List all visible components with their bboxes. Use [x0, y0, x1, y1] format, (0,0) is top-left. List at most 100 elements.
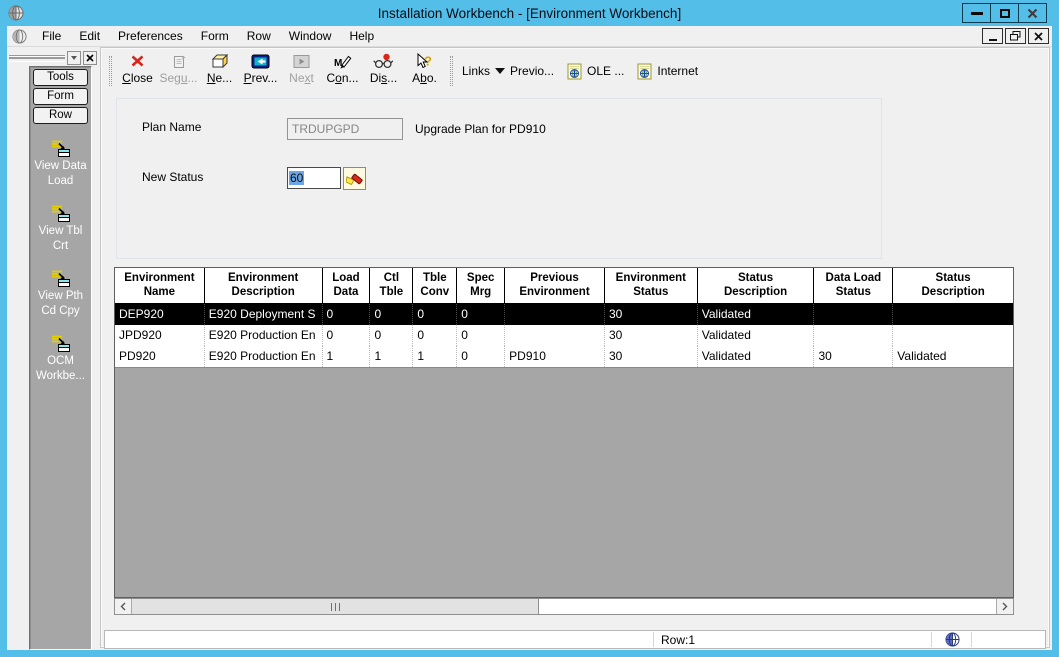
card-file-icon	[210, 52, 229, 70]
toolbar-con-button[interactable]: M Con...	[322, 52, 363, 90]
col-header: CtlTble	[370, 268, 413, 303]
links-toolbar-group: Links Previo... OLE ... Internet	[462, 63, 698, 80]
plan-description: Upgrade Plan for PD910	[415, 122, 546, 136]
ole-doc-globe-icon	[567, 63, 582, 80]
status-divider	[653, 632, 654, 647]
eyeglasses-icon	[373, 52, 394, 70]
menu-window[interactable]: Window	[280, 26, 341, 46]
close-window-button[interactable]	[1018, 3, 1047, 23]
col-header: LoadData	[323, 268, 371, 303]
mdi-restore-button[interactable]	[1005, 28, 1026, 44]
internet-doc-globe-icon	[637, 63, 652, 80]
horizontal-scrollbar[interactable]	[114, 598, 1014, 615]
title-bar: Installation Workbench - [Environment Wo…	[0, 0, 1059, 26]
close-icon	[1027, 8, 1038, 19]
environments-grid: EnvironmentName EnvironmentDescription L…	[114, 267, 1014, 598]
scroll-left-button[interactable]	[115, 599, 132, 614]
menu-row[interactable]: Row	[238, 26, 280, 46]
menu-edit[interactable]: Edit	[70, 26, 109, 46]
ole-link[interactable]: OLE ...	[587, 64, 624, 78]
close-icon	[86, 54, 94, 62]
menu-form[interactable]: Form	[192, 26, 238, 46]
report-view-icon	[30, 269, 91, 288]
toolbar-next-button: Next	[281, 52, 322, 90]
menu-preferences[interactable]: Preferences	[109, 26, 192, 46]
sidebar-item-ocm-workbench[interactable]: OCM Workbe...	[30, 334, 91, 384]
internet-link[interactable]: Internet	[657, 64, 698, 78]
menu-bar: File Edit Preferences Form Row Window He…	[7, 26, 1052, 47]
plan-name-field	[287, 118, 403, 140]
table-row[interactable]: DEP920 E920 Deployment S 0 0 0 0 30 Vali…	[115, 304, 1013, 325]
table-row[interactable]: JPD920 E920 Production En 0 0 0 0 30 Val…	[115, 325, 1013, 346]
menu-help[interactable]: Help	[340, 26, 383, 46]
fastpath-dropdown-button[interactable]	[67, 51, 81, 65]
col-header: Data LoadStatus	[814, 268, 893, 303]
pen-m-icon: M	[333, 52, 352, 70]
menu-file[interactable]: File	[33, 26, 70, 46]
help-cursor-icon: ?	[415, 52, 434, 70]
toolbar-sequence-button: Segu...	[158, 52, 199, 90]
app-window: Installation Workbench - [Environment Wo…	[0, 0, 1059, 657]
maximize-icon	[1000, 9, 1010, 18]
window-title: Installation Workbench - [Environment Wo…	[0, 6, 1059, 21]
chevron-right-icon	[1002, 602, 1008, 611]
toolbar-grip	[109, 56, 112, 86]
col-header: SpecMrg	[457, 268, 505, 303]
toolbar-ne-button[interactable]: Ne...	[199, 52, 240, 90]
scroll-right-button[interactable]	[996, 599, 1013, 614]
minimize-button[interactable]	[962, 3, 991, 23]
status-divider	[931, 632, 932, 647]
status-divider	[971, 632, 972, 647]
sidebar-tab-row[interactable]: Row	[33, 107, 88, 124]
visual-assist-button[interactable]	[343, 167, 366, 190]
window-controls	[963, 3, 1047, 23]
grid-empty-area	[115, 367, 1013, 597]
mdi-minimize-icon	[989, 39, 997, 41]
report-view-icon	[30, 334, 91, 353]
report-view-icon	[30, 139, 91, 158]
sidebar-item-view-pth-cd-cpy[interactable]: View Pth Cd Cpy	[30, 269, 91, 319]
toolbar-close-button[interactable]: Close	[117, 52, 158, 90]
sidebar-item-view-tbl-crt[interactable]: View Tbl Crt	[30, 204, 91, 254]
links-dropdown-icon[interactable]	[495, 68, 505, 74]
sidebar: Tools Form Row View Data Load View Tbl C…	[29, 66, 92, 650]
chevron-down-icon	[71, 56, 77, 60]
mdi-minimize-button[interactable]	[982, 28, 1003, 44]
sidebar-item-view-data-load[interactable]: View Data Load	[30, 139, 91, 189]
grid-header-row: EnvironmentName EnvironmentDescription L…	[115, 268, 1013, 304]
sidebar-item-label: View Data	[30, 159, 91, 174]
minimize-icon	[971, 12, 983, 15]
toolbar-grip	[450, 56, 453, 86]
main-panel: Close Segu... Ne...	[100, 47, 1050, 648]
maximize-button[interactable]	[990, 3, 1019, 23]
report-view-icon	[30, 204, 91, 223]
plan-name-label: Plan Name	[142, 120, 201, 134]
mdi-restore-icon	[1010, 31, 1021, 41]
col-header: TbleConv	[413, 268, 457, 303]
col-header: StatusDescription	[893, 268, 1013, 303]
sidebar-tab-tools[interactable]: Tools	[33, 69, 88, 86]
next-arrow-icon	[293, 52, 310, 70]
new-status-label: New Status	[142, 170, 203, 184]
client-area: File Edit Preferences Form Row Window He…	[7, 26, 1052, 650]
new-status-field[interactable]: 60	[287, 167, 341, 189]
sidebar-item-label: Crt	[30, 239, 91, 254]
flashlight-icon	[346, 170, 363, 187]
mdi-close-icon	[1034, 32, 1043, 41]
col-header: PreviousEnvironment	[505, 268, 605, 303]
toolbar: Close Segu... Ne...	[104, 51, 1046, 91]
scrollbar-thumb[interactable]	[132, 599, 539, 614]
table-row[interactable]: PD920 E920 Production En 1 1 1 0 PD910 3…	[115, 346, 1013, 367]
sidebar-item-label: View Pth	[30, 289, 91, 304]
sidebar-tab-form[interactable]: Form	[33, 88, 88, 105]
fastpath-close-button[interactable]	[83, 51, 97, 65]
mdi-close-button[interactable]	[1028, 28, 1049, 44]
col-header: EnvironmentName	[115, 268, 205, 303]
toolbar-dis-button[interactable]: Dis...	[363, 52, 404, 90]
row-indicator: Row:1	[661, 632, 695, 648]
previous-link[interactable]: Previo...	[510, 64, 554, 78]
toolbar-prev-button[interactable]: Prev...	[240, 52, 281, 90]
col-header: EnvironmentDescription	[205, 268, 323, 303]
toolbar-abo-button[interactable]: ? Abo.	[404, 52, 445, 90]
links-label[interactable]: Links	[462, 64, 490, 78]
